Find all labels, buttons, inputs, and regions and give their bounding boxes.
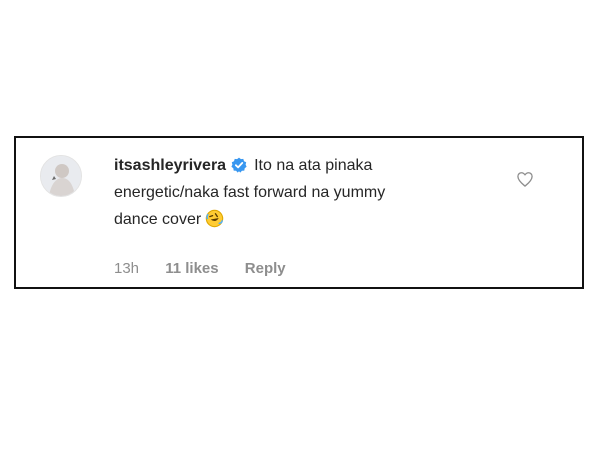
likes-count[interactable]: 11 likes	[165, 260, 218, 277]
comment-text-line-1: Ito na ata pinaka	[254, 157, 373, 174]
comment-text-line-2: energetic/naka fast forward na yummy	[114, 184, 386, 201]
comment-body: itsashleyrivera Ito na ata pinaka energet…	[114, 152, 504, 233]
rolling-on-floor-laughing-icon	[205, 209, 224, 228]
avatar-image	[41, 156, 81, 196]
comment-text-line-3: dance cover	[114, 211, 202, 228]
username[interactable]: itsashleyrivera	[114, 157, 226, 174]
reply-button[interactable]: Reply	[245, 260, 286, 277]
timestamp[interactable]: 13h	[114, 260, 139, 277]
avatar[interactable]	[40, 155, 82, 197]
comment-card: itsashleyrivera Ito na ata pinaka energet…	[14, 136, 584, 289]
comment-meta: 13h 11 likes Reply	[114, 260, 286, 277]
verified-badge-icon	[231, 157, 247, 173]
like-heart-icon[interactable]	[515, 169, 535, 189]
